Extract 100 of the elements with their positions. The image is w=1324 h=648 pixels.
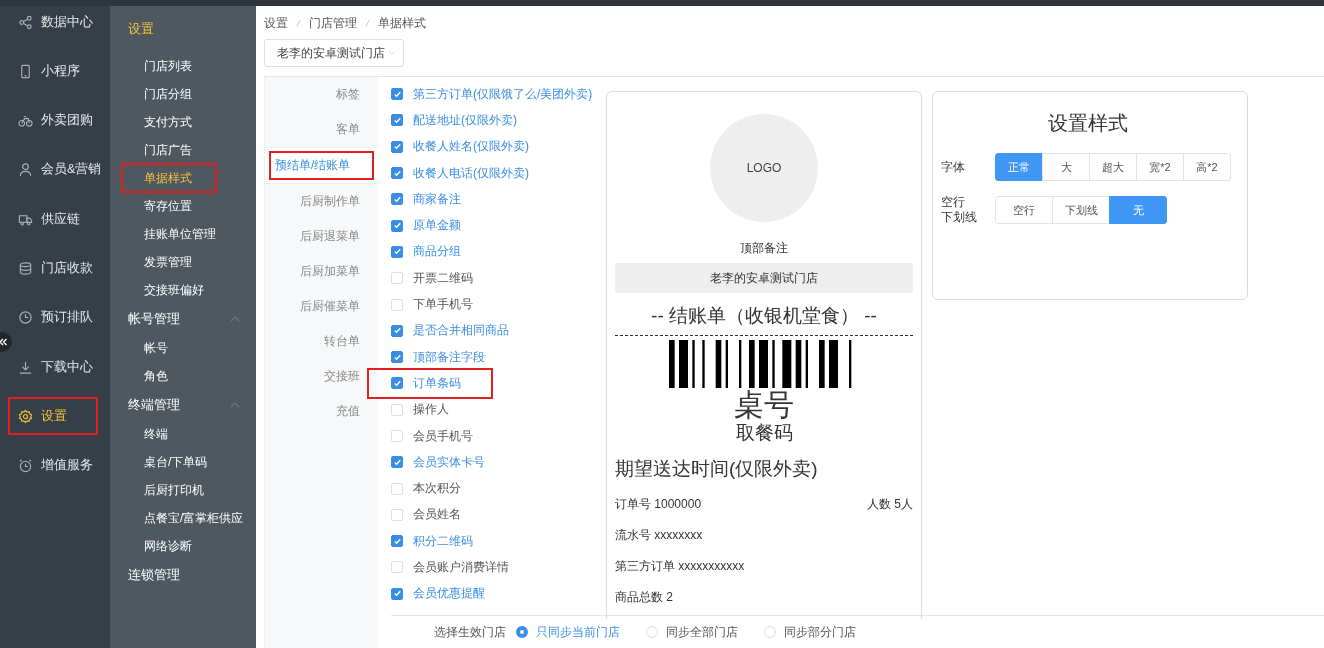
style-option[interactable]: 大: [1042, 153, 1090, 181]
store-select[interactable]: 老李的安卓测试门店: [264, 39, 404, 67]
table-number: 桌号: [734, 388, 794, 422]
receipt-type-tab[interactable]: 客单: [265, 112, 378, 147]
submenu-title: 设置: [127, 21, 155, 38]
download-icon: [18, 359, 33, 375]
database-icon: [18, 261, 33, 276]
submenu-item[interactable]: 桌台/下单码: [110, 448, 256, 476]
checkmark-icon: [392, 168, 402, 178]
store-radio[interactable]: 同步全部门店: [646, 623, 738, 641]
style-label: 字体: [941, 159, 966, 175]
style-label: 空行 下划线: [941, 195, 977, 225]
submenu-item[interactable]: 角色: [110, 362, 256, 390]
style-option[interactable]: 超大: [1089, 153, 1137, 181]
receipt-type-tab[interactable]: 后厨退菜单: [265, 219, 378, 254]
field-checkbox[interactable]: 会员实体卡号: [391, 449, 491, 476]
checkmark-icon: [392, 378, 402, 388]
submenu-item[interactable]: 挂账单位管理: [110, 220, 256, 248]
submenu-item[interactable]: 支付方式: [110, 108, 256, 136]
store-radio[interactable]: 同步部分门店: [764, 623, 856, 641]
field-checkbox[interactable]: 商品分组: [391, 238, 467, 266]
submenu-item[interactable]: 点餐宝/富掌柜供应: [110, 504, 256, 532]
field-checkbox[interactable]: 操作人: [391, 396, 455, 423]
submenu-item[interactable]: 交接班偏好: [110, 276, 256, 304]
submenu-group[interactable]: 终端管理: [110, 390, 256, 420]
field-checkbox[interactable]: 会员姓名: [391, 501, 467, 529]
receipt-type-tab[interactable]: 转台单: [265, 324, 378, 359]
field-checkbox[interactable]: 是否合并相同商品: [391, 317, 515, 344]
alarm-clock-icon: [18, 458, 33, 474]
order-number: 订单号 1000000: [615, 496, 702, 513]
apply-label: 选择生效门店: [434, 623, 506, 641]
field-checkbox[interactable]: 会员手机号: [391, 422, 479, 450]
field-checkbox[interactable]: 商家备注: [391, 186, 467, 213]
submenu-item[interactable]: 发票管理: [110, 248, 256, 276]
breadcrumb-item[interactable]: 门店管理: [309, 14, 357, 32]
submenu-group[interactable]: 帐号管理: [110, 304, 256, 334]
checkmark-icon: [392, 89, 402, 99]
guest-count: 人数 5人: [867, 496, 913, 513]
receipt-type-tab[interactable]: 标签: [265, 77, 378, 112]
share-icon: [18, 14, 33, 30]
checkmark-icon: [392, 142, 402, 152]
sidebar-item[interactable]: 小程序: [0, 58, 110, 85]
submenu-item[interactable]: 门店广告: [110, 136, 256, 164]
field-checkbox[interactable]: 原单金额: [391, 212, 467, 239]
field-checkbox[interactable]: 下单手机号: [391, 291, 479, 318]
receipt-top-note: 顶部备注: [740, 240, 788, 257]
receipt-type-tab[interactable]: 后厨催菜单: [265, 289, 378, 324]
checkmark-icon: [392, 221, 402, 231]
chevron-down-icon: [389, 50, 395, 56]
submenu-item[interactable]: 寄存位置: [110, 192, 256, 220]
receipt-type-tab[interactable]: 后厨加菜单: [265, 254, 378, 289]
field-checkbox[interactable]: 开票二维码: [391, 265, 479, 292]
clock-icon: [18, 310, 33, 326]
style-option[interactable]: 高*2: [1183, 153, 1231, 181]
field-checkbox[interactable]: 会员账户消费详情: [391, 554, 515, 581]
style-option[interactable]: 空行: [995, 196, 1053, 224]
receipt-type-tab[interactable]: 后厨制作单: [265, 184, 378, 219]
style-option[interactable]: 下划线: [1052, 196, 1110, 224]
sidebar-item[interactable]: 会员&营销: [0, 156, 110, 183]
receipt-line: 商品总数 2: [615, 589, 673, 606]
receipt-store-name: 老李的安卓测试门店: [615, 263, 913, 293]
sidebar-item[interactable]: 供应链: [0, 206, 110, 233]
checkmark-icon: [392, 326, 402, 336]
submenu-item[interactable]: 门店分组: [110, 80, 256, 108]
sidebar-item[interactable]: 设置: [14, 403, 92, 430]
field-checkbox[interactable]: 收餐人姓名(仅限外卖): [391, 133, 535, 160]
checkmark-icon: [392, 457, 402, 467]
submenu-item[interactable]: 单据样式: [122, 164, 216, 192]
sidebar-item[interactable]: 增值服务: [0, 452, 110, 479]
field-checkbox[interactable]: 顶部备注字段: [391, 343, 491, 371]
sidebar-item[interactable]: 门店收款: [0, 255, 110, 282]
store-radio[interactable]: 只同步当前门店: [516, 623, 620, 641]
sidebar-item[interactable]: 数据中心: [0, 9, 110, 35]
logo-mark: LOGO: [710, 114, 818, 222]
breadcrumb-item[interactable]: 设置: [264, 14, 288, 32]
delivery-time: 期望送达时间(仅限外卖): [615, 457, 818, 481]
submenu-item[interactable]: 网络诊断: [110, 532, 256, 560]
field-checkbox[interactable]: 本次积分: [391, 475, 467, 502]
pickup-code: 取餐码: [735, 422, 793, 444]
style-option[interactable]: 宽*2: [1136, 153, 1184, 181]
receipt-type-tab[interactable]: 预结单/结账单: [265, 147, 378, 184]
receipt-type-tab[interactable]: 充值: [265, 394, 378, 429]
submenu-item[interactable]: 后厨打印机: [110, 476, 256, 504]
receipt-title: -- 结账单（收银机堂食） --: [615, 303, 913, 336]
breadcrumb-separator: [296, 18, 301, 28]
field-checkbox[interactable]: 配送地址(仅限外卖): [391, 107, 523, 134]
submenu-group[interactable]: 连锁管理: [110, 560, 256, 590]
sidebar-item[interactable]: 外卖团购: [0, 107, 110, 134]
field-checkbox[interactable]: 会员优惠提醒: [391, 580, 491, 607]
submenu-item[interactable]: 门店列表: [110, 52, 256, 80]
checkmark-icon: [392, 352, 402, 362]
breadcrumb-item[interactable]: 单据样式: [378, 14, 426, 32]
field-checkbox[interactable]: 收餐人电话(仅限外卖): [391, 159, 535, 187]
submenu-item[interactable]: 终端: [110, 420, 256, 448]
checkmark-icon: [392, 589, 402, 599]
submenu-item[interactable]: 帐号: [110, 334, 256, 362]
sidebar-item[interactable]: 预订排队: [0, 304, 110, 331]
sidebar-item[interactable]: 下载中心: [0, 354, 110, 381]
field-checkbox[interactable]: 第三方订单(仅限饿了么/美团外卖): [391, 81, 599, 108]
field-checkbox[interactable]: 积分二维码: [391, 528, 479, 555]
